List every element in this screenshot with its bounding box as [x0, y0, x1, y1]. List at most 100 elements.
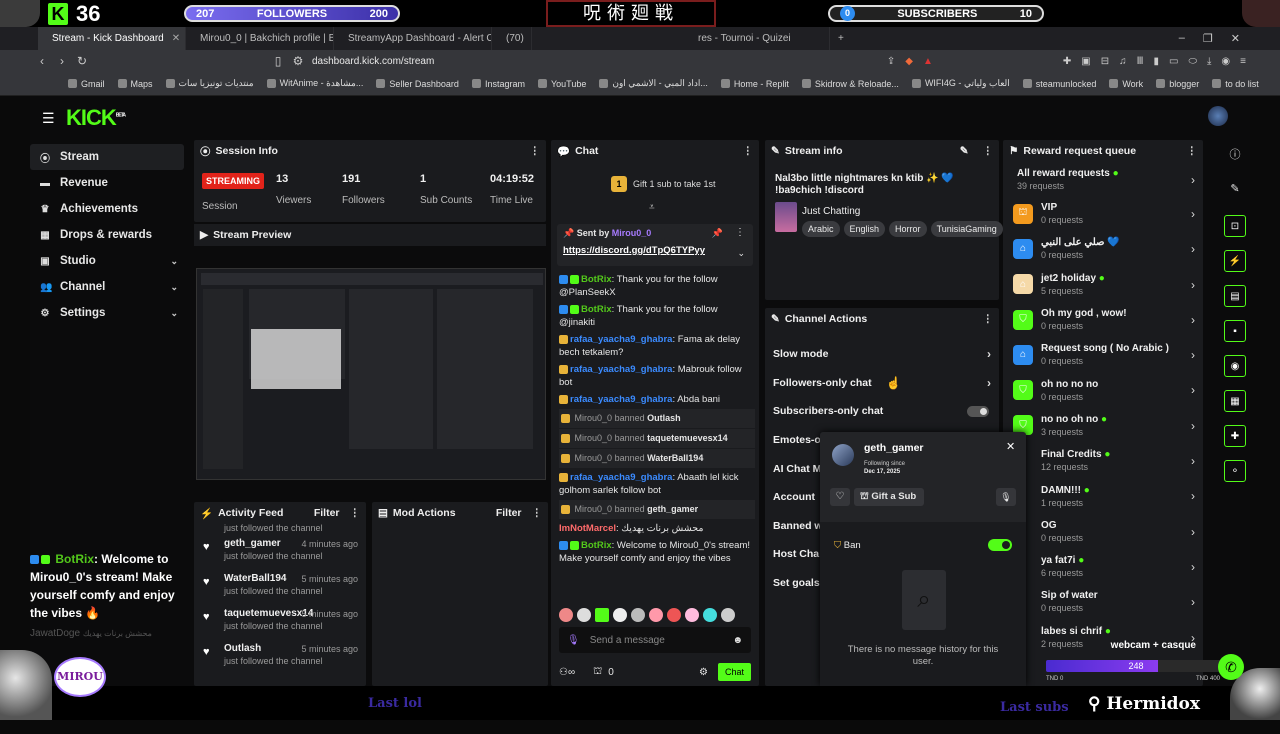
- profile-icon[interactable]: ◉: [1221, 56, 1230, 67]
- reward-row[interactable]: Sip of water 0 requests ›: [1003, 584, 1203, 619]
- unpin-icon[interactable]: 📌: [712, 228, 723, 239]
- edit-icon[interactable]: ✎: [960, 145, 969, 157]
- browser-tab[interactable]: res - Tournoi - Quizei: [690, 27, 830, 50]
- filter-button[interactable]: Filter: [314, 507, 340, 519]
- broadcast-icon[interactable]: ◉: [1224, 355, 1246, 377]
- filter-button[interactable]: Filter: [496, 507, 522, 519]
- bolt-icon[interactable]: ⚡: [1224, 250, 1246, 272]
- bookmark-item[interactable]: Instagram: [471, 79, 525, 89]
- info-icon[interactable]: ⓘ: [1220, 146, 1250, 162]
- more-options-icon[interactable]: ⋮: [1187, 145, 1198, 157]
- menu-icon[interactable]: ≡: [1240, 56, 1246, 67]
- library-icon[interactable]: Ⅲ: [1137, 56, 1144, 67]
- emote-icon[interactable]: [595, 608, 609, 622]
- follow-heart-button[interactable]: ♡: [830, 488, 850, 506]
- pinned-toggle-icon[interactable]: ⩡: [649, 202, 655, 213]
- download-icon[interactable]: ⤓: [1207, 56, 1211, 67]
- channel-action-row[interactable]: Subscribers-only chat: [765, 397, 999, 426]
- bookmark-item[interactable]: blogger: [1156, 79, 1199, 89]
- more-options-icon[interactable]: ⋮: [735, 227, 745, 238]
- reward-row[interactable]: Final Credits ● 12 requests ›: [1003, 443, 1203, 478]
- channel-action-row[interactable]: Followers-only chat ›: [765, 369, 999, 398]
- close-icon[interactable]: ✕: [172, 33, 180, 44]
- back-icon[interactable]: ‹: [32, 54, 52, 68]
- tag-chip[interactable]: English: [843, 221, 886, 237]
- reward-row[interactable]: ⌂ Request song ( No Arabic ) 0 requests ›: [1003, 337, 1203, 372]
- bookmark-icon[interactable]: ▯: [268, 54, 288, 68]
- gift-sub-button[interactable]: ⛫ Gift a Sub: [854, 488, 924, 506]
- bookmark-item[interactable]: WIFI4G - العاب ولياتي: [911, 78, 1010, 89]
- url-field[interactable]: dashboard.kick.com/stream: [312, 56, 434, 67]
- bookmark-item[interactable]: Seller Dashboard: [376, 79, 459, 89]
- browser-tab[interactable]: (70): [492, 27, 532, 50]
- vpn-icon[interactable]: ⬭: [1188, 56, 1197, 67]
- chat-username[interactable]: ImNotMarcel: [559, 523, 616, 534]
- sidebar-item-studio[interactable]: ▣ Studio ⌄: [30, 248, 184, 274]
- close-icon[interactable]: ✕: [1006, 440, 1015, 453]
- emote-icon[interactable]: [613, 608, 627, 622]
- reward-row[interactable]: ya fat7i ● 6 requests ›: [1003, 549, 1203, 584]
- chat-input[interactable]: Send a message: [590, 635, 665, 646]
- chat-icon[interactable]: ▪: [1224, 320, 1246, 342]
- kick-logo[interactable]: KICKBETA: [66, 105, 126, 131]
- user-avatar[interactable]: [1208, 106, 1228, 126]
- more-options-icon[interactable]: ⋮: [983, 313, 994, 325]
- chat-settings-icon[interactable]: ⚙: [699, 667, 708, 678]
- minimize-icon[interactable]: –: [1179, 32, 1185, 45]
- brave-shield-icon[interactable]: ◆: [905, 56, 913, 67]
- screenshot-icon[interactable]: ▣: [1081, 56, 1090, 67]
- pinned-link[interactable]: https://discord.gg/dTpQ6TYPyy: [563, 245, 747, 256]
- pinned-user[interactable]: Mirou0_0: [612, 228, 652, 238]
- music-icon[interactable]: ♫: [1119, 56, 1127, 67]
- emote-icon[interactable]: [667, 608, 681, 622]
- emote-icon[interactable]: [721, 608, 735, 622]
- reward-row[interactable]: ⌂ صلي على النبي 💙 0 requests ›: [1003, 231, 1203, 266]
- chat-username[interactable]: BotRix: [581, 274, 612, 285]
- new-tab-button[interactable]: +: [830, 27, 852, 50]
- bookmark-item[interactable]: اداد المبي - الاشمي اون...: [599, 78, 708, 89]
- reload-icon[interactable]: ↻: [72, 54, 92, 68]
- sidebar-item-settings[interactable]: ⚙ Settings ⌄: [30, 300, 184, 326]
- toggle-switch[interactable]: [967, 406, 989, 418]
- chat-username[interactable]: rafaa_yaacha9_ghabra: [570, 364, 672, 375]
- stream-preview-video[interactable]: [196, 268, 546, 480]
- emote-icon[interactable]: [649, 608, 663, 622]
- close-window-icon[interactable]: ✕: [1231, 32, 1240, 45]
- wrench-icon[interactable]: ✚: [1224, 425, 1246, 447]
- sidebar-item-revenue[interactable]: ▬ Revenue: [30, 170, 184, 196]
- more-options-icon[interactable]: ⋮: [743, 145, 754, 157]
- bookmark-item[interactable]: YouTube: [537, 79, 586, 89]
- maximize-icon[interactable]: ❐: [1203, 32, 1213, 45]
- bookmark-item[interactable]: Skidrow & Reloade...: [801, 79, 899, 89]
- reward-row[interactable]: ⌂ jet2 holiday ● 5 requests ›: [1003, 267, 1203, 302]
- bookmark-item[interactable]: Home - Replit: [720, 79, 789, 89]
- more-options-icon[interactable]: ⋮: [350, 507, 361, 519]
- site-info-icon[interactable]: ⚙: [288, 54, 308, 68]
- shop-icon[interactable]: ⛫: [593, 666, 602, 679]
- reward-row[interactable]: ⛉ Oh my god , wow! 0 requests ›: [1003, 302, 1203, 337]
- sidebar-item-channel[interactable]: 👥 Channel ⌄: [30, 274, 184, 300]
- ban-target[interactable]: WaterBall194: [647, 453, 703, 463]
- bookmark-item[interactable]: Gmail: [68, 79, 105, 89]
- bookmark-item[interactable]: منتديات تونيزيا سات: [165, 78, 254, 89]
- chat-username[interactable]: rafaa_yaacha9_ghabra: [570, 394, 672, 405]
- bookmark-item[interactable]: steamunlocked: [1022, 79, 1096, 89]
- sidebar-icon[interactable]: ▮: [1153, 56, 1159, 67]
- forward-icon[interactable]: ›: [52, 54, 72, 68]
- tab-search-icon[interactable]: ⊟: [1101, 56, 1109, 67]
- chat-input-box[interactable]: 🎙 Send a message ☻: [559, 627, 751, 653]
- extension-icon[interactable]: ✚: [1063, 56, 1071, 67]
- emoji-icon[interactable]: ☻: [732, 635, 743, 646]
- all-rewards-row[interactable]: All reward requests ● 39 requests ›: [1003, 162, 1203, 196]
- camera-icon[interactable]: ⊡: [1224, 215, 1246, 237]
- bookmark-item[interactable]: WitAnime - مشاهدة...: [266, 78, 363, 89]
- chat-username[interactable]: rafaa_yaacha9_ghabra: [570, 472, 672, 483]
- emote-icon[interactable]: [703, 608, 717, 622]
- share-icon[interactable]: ⇪: [887, 56, 895, 67]
- tag-chip[interactable]: TunisiaGaming: [930, 221, 1003, 237]
- reward-row[interactable]: ⛉ no no oh no ● 3 requests ›: [1003, 408, 1203, 443]
- category-name[interactable]: Just Chatting: [802, 206, 860, 217]
- grid-icon[interactable]: ▦: [1224, 390, 1246, 412]
- send-chat-button[interactable]: Chat: [717, 663, 751, 681]
- sidebar-item-achievements[interactable]: ♛ Achievements: [30, 196, 184, 222]
